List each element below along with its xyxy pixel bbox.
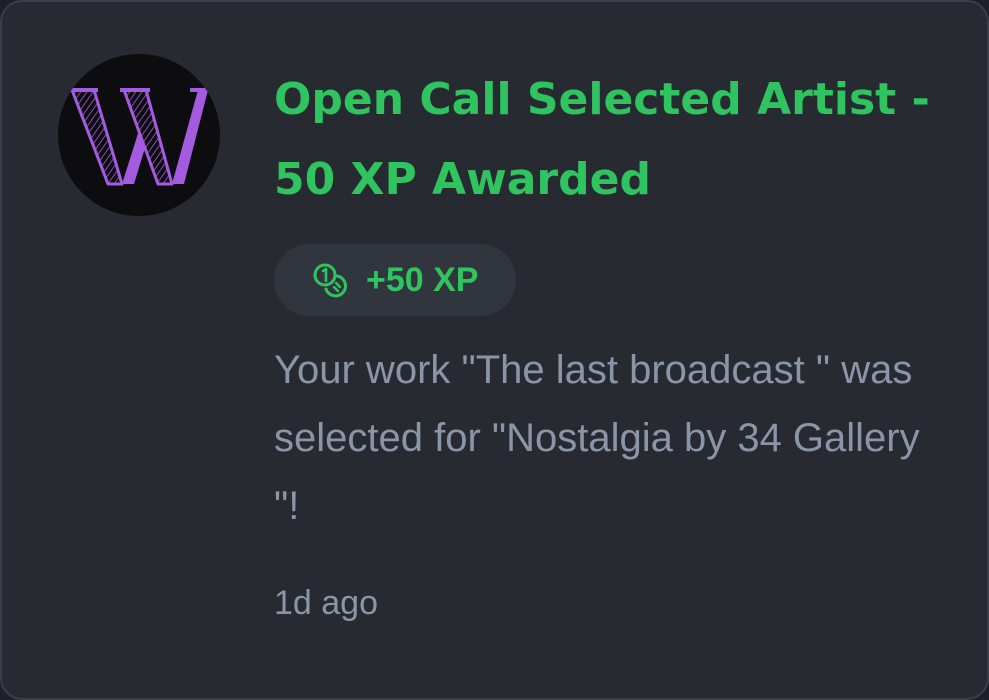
xp-badge-label: +50 XP <box>366 260 479 299</box>
notification-card[interactable]: Open Call Selected Artist - 50 XP Awarde… <box>0 0 989 700</box>
notification-title: Open Call Selected Artist - 50 XP Awarde… <box>274 74 930 205</box>
w-logo-icon <box>68 88 210 186</box>
xp-badge: +50 XP <box>274 244 517 316</box>
notification-timestamp: 1d ago <box>274 584 378 622</box>
avatar <box>58 54 220 216</box>
coins-icon <box>313 263 347 298</box>
notification-message: Your work "The last broadcast " was sele… <box>274 348 920 528</box>
notification-content: Open Call Selected Artist - 50 XP Awarde… <box>274 60 954 623</box>
